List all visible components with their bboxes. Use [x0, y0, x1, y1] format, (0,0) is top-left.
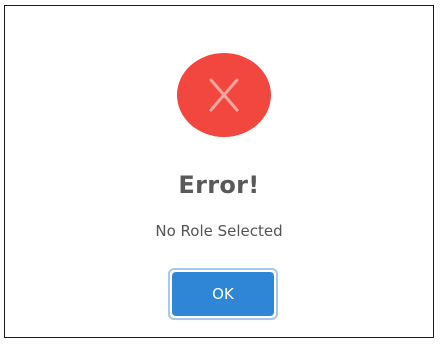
dialog-title: Error! — [178, 171, 260, 199]
dialog-message: No Role Selected — [155, 222, 283, 240]
error-x-circle-icon — [176, 52, 272, 138]
ok-button[interactable]: OK — [168, 268, 278, 320]
error-dialog: Error! No Role Selected OK — [4, 5, 434, 338]
ok-button-label: OK — [172, 272, 274, 316]
